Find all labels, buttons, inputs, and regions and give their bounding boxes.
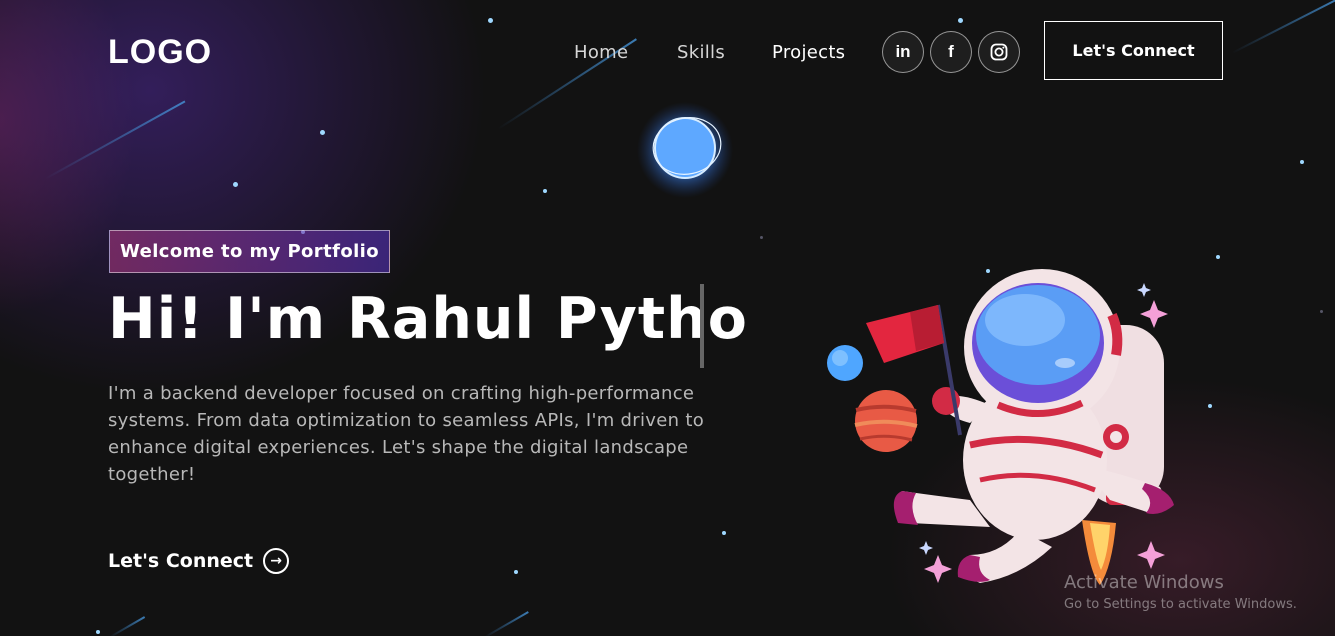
star — [722, 531, 726, 535]
star — [1320, 310, 1323, 313]
star — [514, 570, 518, 574]
cta-label: Let's Connect — [108, 550, 254, 572]
watermark-title: Activate Windows — [1064, 572, 1224, 593]
logo[interactable]: LOGO — [108, 33, 212, 72]
windows-activation-watermark: Activate Windows Go to Settings to activ… — [1064, 572, 1297, 612]
shooting-star — [109, 616, 146, 636]
arrow-right-circle-icon: → — [263, 548, 290, 574]
nav-link-skills[interactable]: Skills — [677, 42, 725, 63]
hero-description: I'm a backend developer focused on craft… — [108, 383, 705, 485]
instagram-icon — [990, 43, 1008, 61]
star — [1300, 160, 1304, 164]
star — [1208, 404, 1212, 408]
star — [320, 130, 325, 135]
lets-connect-cta[interactable]: Let's Connect → — [108, 548, 290, 574]
linkedin-icon: in — [895, 42, 911, 61]
star — [543, 189, 547, 193]
astronaut-illustration — [827, 269, 1174, 585]
hero-headline: Hi! I'm Rahul Pytho — [108, 286, 748, 352]
star — [760, 236, 763, 239]
star — [96, 630, 100, 634]
glowing-planet-icon — [637, 102, 733, 198]
typing-cursor — [700, 284, 704, 368]
welcome-tagline: Welcome to my Portfolio — [109, 230, 390, 273]
star — [488, 18, 493, 23]
instagram-button[interactable] — [978, 31, 1020, 73]
facebook-button[interactable]: f — [930, 31, 972, 73]
facebook-icon: f — [948, 42, 954, 61]
shooting-star — [44, 100, 186, 180]
star — [958, 18, 963, 23]
nav-link-projects[interactable]: Projects — [772, 42, 845, 63]
nav-link-home[interactable]: Home — [574, 42, 628, 63]
shooting-star — [484, 611, 529, 636]
shooting-star — [1231, 0, 1335, 54]
star — [1216, 255, 1220, 259]
lets-connect-nav-button[interactable]: Let's Connect — [1044, 21, 1223, 80]
watermark-subtitle: Go to Settings to activate Windows. — [1064, 597, 1297, 612]
star — [233, 182, 238, 187]
linkedin-button[interactable]: in — [882, 31, 924, 73]
